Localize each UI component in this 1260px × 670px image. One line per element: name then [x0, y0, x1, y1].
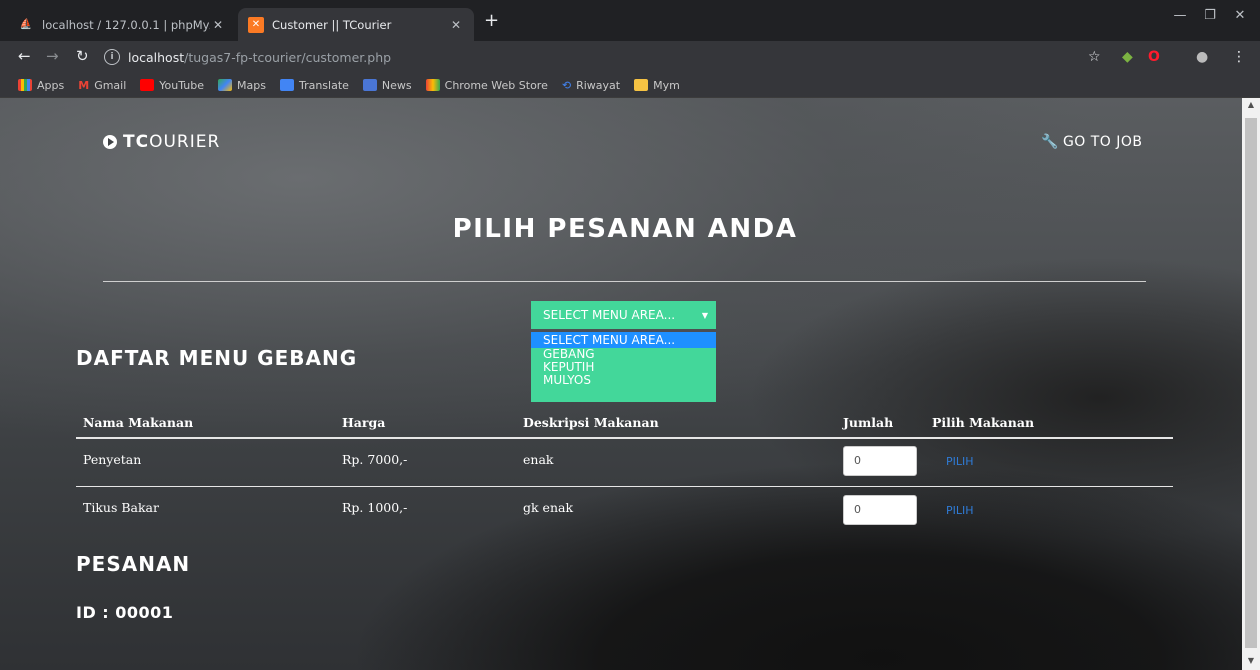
page-viewport: TCOURIER 🔧 GO TO JOB PILIH PESANAN ANDA … — [0, 98, 1242, 670]
food-description: enak — [523, 452, 554, 467]
play-circle-icon — [103, 135, 117, 149]
table-row: Tikus Bakar Rp. 1000,- gk enak 0 PILIH — [76, 487, 1173, 535]
history-icon: ⟲ — [561, 78, 572, 92]
apps-grid-icon — [18, 79, 32, 91]
close-tab-icon[interactable]: ✕ — [448, 18, 464, 32]
opera-icon[interactable]: O — [1148, 49, 1160, 65]
area-select-value: SELECT MENU AREA... — [543, 308, 676, 322]
go-to-job-label: GO TO JOB — [1062, 134, 1143, 150]
bookmark-label: Chrome Web Store — [444, 78, 548, 92]
tab-title: localhost / 127.0.0.1 | phpMyAdm — [42, 17, 210, 32]
bookmark-translate[interactable]: Translate — [279, 78, 349, 92]
tab-customer[interactable]: ✕ Customer || TCourier ✕ — [238, 8, 474, 41]
new-tab-button[interactable]: + — [484, 10, 499, 31]
url-path: /tugas7-fp-tcourier/customer.php — [184, 49, 392, 65]
bookmark-youtube[interactable]: YouTube — [140, 79, 204, 92]
gmail-icon: M — [78, 78, 90, 92]
bookmark-label: News — [381, 78, 412, 92]
bookmark-label: Gmail — [94, 78, 127, 92]
scroll-down-icon[interactable]: ▼ — [1242, 656, 1260, 665]
address-bar[interactable]: i localhost/tugas7-fp-tcourier/customer.… — [104, 44, 1114, 70]
browser-tab-bar: ⛵ localhost / 127.0.0.1 | phpMyAdm ✕ ✕ C… — [0, 0, 1260, 41]
brand-bold: TC — [123, 132, 150, 152]
bookmark-star-icon[interactable]: ☆ — [1088, 49, 1101, 65]
pilih-button[interactable]: PILIH — [946, 455, 974, 468]
column-header: Pilih Makanan — [932, 415, 1035, 430]
table-row: Penyetan Rp. 7000,- enak 0 PILIH — [76, 439, 1173, 487]
quantity-input[interactable]: 0 — [843, 446, 917, 476]
menu-kebab-icon[interactable]: ⋮ — [1232, 49, 1246, 65]
menu-table: Nama Makanan Harga Deskripsi Makanan Jum… — [76, 409, 1173, 535]
url-host: localhost — [128, 49, 185, 65]
chevron-down-icon: ▼ — [701, 310, 708, 320]
scrollbar-thumb[interactable] — [1245, 118, 1257, 648]
bookmark-label: Mym — [653, 78, 680, 92]
brand-rest: OURIER — [149, 132, 221, 152]
close-tab-icon[interactable]: ✕ — [210, 18, 226, 32]
close-window-icon[interactable]: ✕ — [1225, 8, 1255, 23]
bookmark-mym[interactable]: Mym — [634, 79, 680, 92]
brand-logo[interactable]: TCOURIER — [103, 132, 220, 152]
column-header: Jumlah — [843, 415, 894, 430]
tab-title: Customer || TCourier — [272, 17, 392, 32]
quantity-input[interactable]: 0 — [843, 495, 917, 525]
site-info-icon[interactable]: i — [104, 49, 120, 65]
area-dropdown-list: SELECT MENU AREA... GEBANG KEPUTIH MULYO… — [531, 332, 716, 402]
bookmark-label: Riwayat — [576, 78, 621, 92]
minimize-icon[interactable]: — — [1165, 8, 1195, 23]
area-option-default[interactable]: SELECT MENU AREA... — [531, 332, 716, 348]
reload-icon[interactable]: ↻ — [76, 47, 89, 65]
food-name: Tikus Bakar — [83, 500, 159, 515]
bookmark-riwayat[interactable]: ⟲ Riwayat — [562, 79, 620, 92]
food-price: Rp. 1000,- — [342, 500, 408, 515]
bookmarks-bar: Apps M Gmail YouTube Maps Translate News … — [0, 73, 1260, 98]
bookmark-label: Translate — [298, 78, 349, 92]
youtube-icon — [140, 79, 155, 91]
scroll-up-icon[interactable]: ▲ — [1242, 100, 1260, 109]
forward-icon[interactable]: → — [46, 47, 59, 65]
column-header: Harga — [342, 415, 386, 430]
back-icon[interactable]: ← — [18, 47, 31, 65]
area-select[interactable]: SELECT MENU AREA... ▼ — [531, 301, 716, 329]
order-id: ID : 00001 — [76, 603, 174, 622]
bookmark-news[interactable]: News — [362, 78, 412, 92]
bookmark-gmail[interactable]: M Gmail — [78, 79, 126, 92]
table-header: Nama Makanan Harga Deskripsi Makanan Jum… — [76, 409, 1173, 439]
news-icon — [362, 79, 377, 91]
profile-avatar[interactable]: ● — [1196, 49, 1208, 65]
page-scrollbar[interactable]: ▲ ▼ — [1242, 98, 1260, 670]
bookmark-apps[interactable]: Apps — [18, 79, 64, 92]
browser-toolbar: ← → ↻ i localhost/tugas7-fp-tcourier/cus… — [0, 41, 1260, 73]
go-to-job-link[interactable]: 🔧 GO TO JOB — [1041, 134, 1143, 150]
bookmark-webstore[interactable]: Chrome Web Store — [425, 78, 548, 92]
menu-heading: DAFTAR MENU GEBANG — [76, 346, 358, 370]
xampp-icon: ✕ — [248, 16, 264, 33]
bookmark-label: YouTube — [159, 78, 205, 92]
column-header: Nama Makanan — [83, 415, 194, 430]
phpmyadmin-icon: ⛵ — [19, 19, 33, 30]
wrench-icon: 🔧 — [1041, 134, 1059, 150]
divider — [103, 281, 1146, 282]
extension-icon[interactable]: ◆ — [1122, 49, 1133, 65]
order-heading: PESANAN — [76, 552, 191, 576]
folder-icon — [634, 79, 649, 91]
column-header: Deskripsi Makanan — [523, 415, 659, 430]
page-title: PILIH PESANAN ANDA — [452, 214, 798, 244]
bookmark-label: Maps — [237, 78, 266, 92]
pilih-button[interactable]: PILIH — [946, 504, 974, 517]
bookmark-label: Apps — [37, 78, 65, 92]
maps-icon — [218, 79, 233, 91]
food-description: gk enak — [523, 500, 574, 515]
area-option-mulyos[interactable]: MULYOS — [531, 374, 716, 387]
food-name: Penyetan — [83, 452, 142, 467]
webstore-icon — [425, 79, 440, 91]
tab-phpmyadmin[interactable]: ⛵ localhost / 127.0.0.1 | phpMyAdm ✕ — [8, 8, 236, 41]
bookmark-maps[interactable]: Maps — [218, 79, 266, 92]
restore-icon[interactable]: ❐ — [1195, 8, 1225, 23]
translate-icon — [279, 79, 294, 91]
food-price: Rp. 7000,- — [342, 452, 408, 467]
